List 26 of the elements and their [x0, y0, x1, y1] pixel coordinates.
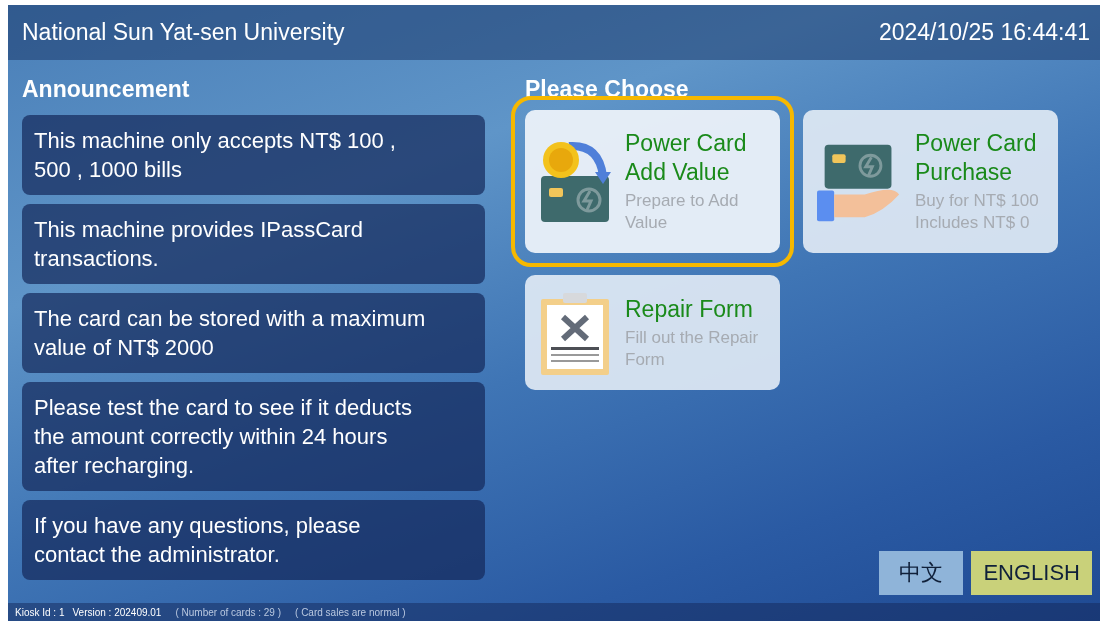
announcement-item: Please test the card to see if it deducts the amount correctly within 24 hours after recharging.	[22, 382, 485, 491]
card-count: ( Number of cards : 29 )	[175, 606, 282, 618]
option-title: Power Card Add Value	[625, 129, 748, 187]
option-title: Repair Form	[625, 294, 754, 324]
header-title: National Sun Yat-sen University	[22, 19, 345, 46]
announcement-item: This machine provides IPassCard transactions.	[22, 204, 485, 284]
kiosk-id: Kiosk Id : 1	[15, 606, 65, 618]
language-button[interactable]: 中文	[879, 551, 964, 595]
version-text: Version : 202409.01	[72, 606, 162, 618]
menu-option-card[interactable]: Power Card Purchase Buy for NT$ 100 Includes NT$ 0	[803, 110, 1058, 253]
date-time: 2024/10/25 16:44:41	[878, 19, 1090, 46]
option-title: Power Card Purchase	[915, 129, 1038, 187]
clipboard-tools-icon	[539, 290, 611, 375]
announcement-item: If you have any questions, please contact the administrator.	[22, 500, 485, 580]
menu-option-card[interactable]: Power Card Add Value Prepare to Add Value	[525, 110, 780, 253]
language-button[interactable]: ENGLISH	[971, 551, 1092, 595]
announcement-heading: Announcement	[22, 75, 191, 104]
announcement-item: This machine only accepts NT$ 100 , 500 , 1000 bills	[22, 115, 485, 195]
option-subtitle: Prepare to Add Value	[625, 190, 740, 234]
card-coin-icon	[539, 139, 611, 224]
announcement-item: The card can be stored with a maximum value of NT$ 2000	[22, 293, 485, 373]
option-subtitle: Fill out the Repair Form	[625, 326, 760, 371]
menu-option-card[interactable]: Repair Form Fill out the Repair Form	[525, 275, 780, 390]
option-subtitle: Includes NT$ 0	[915, 212, 1031, 234]
option-subtitle: Buy for NT$ 100	[915, 190, 1040, 212]
sales-status: ( Card sales are normal )	[295, 606, 406, 618]
